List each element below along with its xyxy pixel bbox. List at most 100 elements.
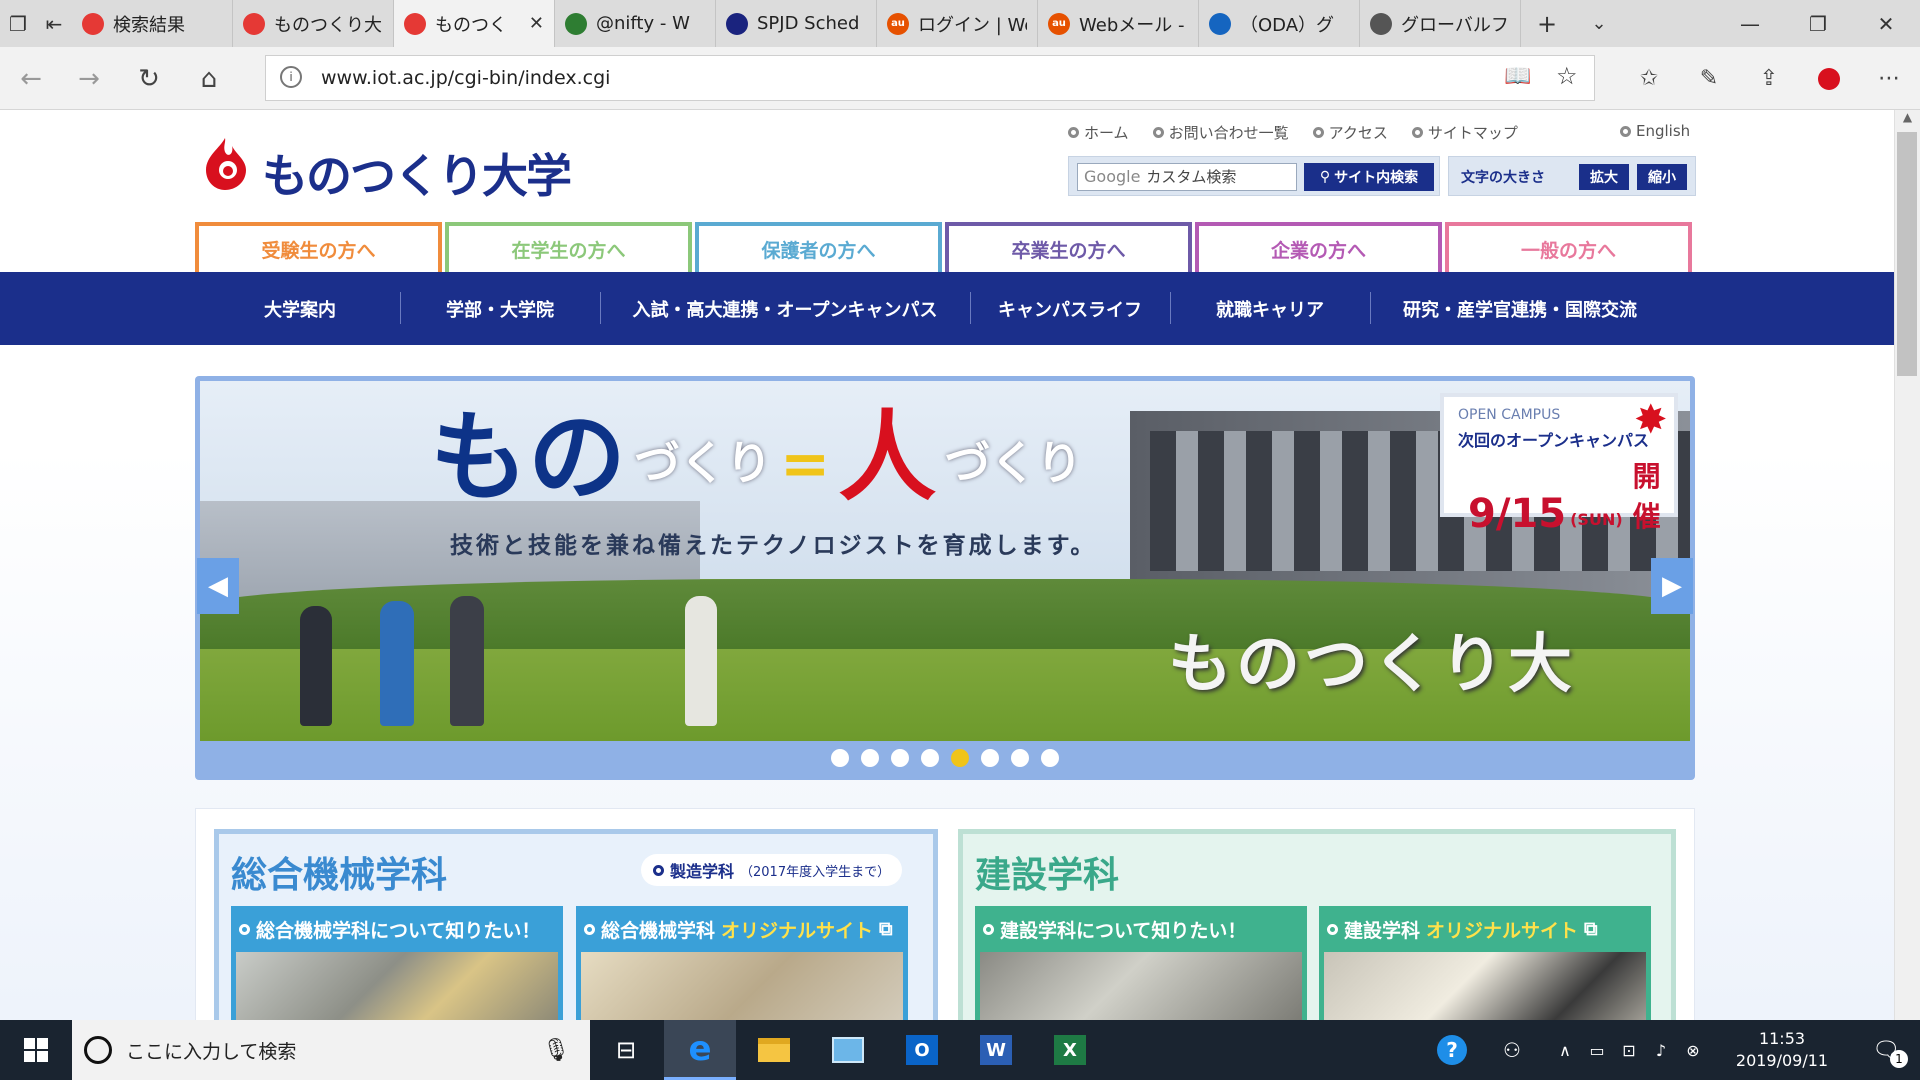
close-tab-icon[interactable]: ✕ xyxy=(529,13,544,34)
hero-subline: 技術と技能を兼ね備えたテクノロジストを育成します。 xyxy=(450,532,1097,559)
web-note-icon[interactable]: ✎ xyxy=(1680,47,1738,110)
main-nav-item[interactable]: 大学案内 xyxy=(200,272,400,345)
browser-tab[interactable]: SPJD Sched xyxy=(716,0,877,47)
manufacturing-dept-link[interactable]: 製造学科 （2017年度入学生まで） xyxy=(641,854,903,886)
open-campus-badge[interactable]: OPEN CAMPUS 次回のオープンキャンパス ✸ 9/15 (SUN) 開催 xyxy=(1440,393,1678,537)
favorites-hub-icon[interactable]: ✩ xyxy=(1620,47,1678,110)
browser-tab[interactable]: ものつく ✕ xyxy=(394,0,555,47)
audience-tab[interactable]: 卒業生の方へ xyxy=(945,222,1192,272)
tab-list-chevron-icon[interactable]: ⌄ xyxy=(1573,0,1625,47)
share-icon[interactable]: ⇪ xyxy=(1740,47,1798,110)
tab-preview-icon[interactable]: ❐ xyxy=(0,0,36,47)
forward-button[interactable]: → xyxy=(60,47,118,110)
slider-next-button[interactable]: ▶ xyxy=(1651,558,1693,614)
tray-chevron-icon[interactable]: ∧ xyxy=(1550,1020,1580,1080)
cortana-icon xyxy=(84,1036,112,1064)
audience-tab[interactable]: 在学生の方へ xyxy=(445,222,692,272)
audience-tab[interactable]: 企業の方へ xyxy=(1195,222,1442,272)
taskbar-search[interactable]: ここに入力して検索 🎙 xyxy=(72,1020,590,1080)
search-input[interactable]: Google カスタム検索 xyxy=(1077,163,1297,191)
start-button[interactable] xyxy=(0,1020,72,1080)
volume-icon[interactable]: ♪ xyxy=(1646,1020,1676,1080)
address-bar[interactable]: i www.iot.ac.jp/cgi-bin/index.cgi 📖 ☆ xyxy=(265,55,1595,101)
system-clock[interactable]: 11:53 2019/09/11 xyxy=(1712,1020,1852,1080)
browser-tab[interactable]: 検索結果 xyxy=(72,0,233,47)
logo-mark-icon[interactable] xyxy=(198,134,252,192)
civil-info-card[interactable]: 建設学科について知りたい！ xyxy=(975,906,1307,1020)
main-nav-item[interactable]: キャンパスライフ xyxy=(970,272,1170,345)
scroll-up-icon[interactable]: ▲ xyxy=(1895,110,1920,124)
extension-icon[interactable] xyxy=(1800,47,1858,110)
main-nav-item[interactable]: 入試・高大連携・オープンキャンパス xyxy=(600,272,970,345)
slider-dot[interactable] xyxy=(921,749,939,767)
bullet-icon xyxy=(653,864,664,876)
new-tab-button[interactable]: + xyxy=(1521,0,1573,47)
site-search-button[interactable]: ⚲ サイト内検索 xyxy=(1304,163,1434,191)
browser-tab[interactable]: グローバルフェ xyxy=(1360,0,1521,47)
network-icon[interactable]: ⊡ xyxy=(1614,1020,1644,1080)
control-panel-icon[interactable] xyxy=(812,1020,884,1080)
mech-info-card[interactable]: 総合機械学科について知りたい！ xyxy=(231,906,563,1020)
font-shrink-button[interactable]: 縮小 xyxy=(1637,164,1687,190)
set-aside-tabs-icon[interactable]: ⇤ xyxy=(36,0,72,47)
minimize-button[interactable]: — xyxy=(1716,0,1784,47)
help-icon[interactable]: ? xyxy=(1430,1020,1474,1080)
mech-original-site-card[interactable]: 総合機械学科 オリジナルサイト ⧉ xyxy=(576,906,908,1020)
slider-dot[interactable] xyxy=(951,749,969,767)
tab-favicon-icon xyxy=(1370,12,1392,35)
excel-icon[interactable]: X xyxy=(1034,1020,1106,1080)
refresh-button[interactable]: ↻ xyxy=(120,47,178,110)
main-nav-item[interactable]: 学部・大学院 xyxy=(400,272,600,345)
civil-dept-title[interactable]: 建設学科 xyxy=(975,846,1119,898)
browser-tab[interactable]: @nifty - W xyxy=(555,0,716,47)
site-info-icon[interactable]: i xyxy=(280,66,302,88)
restore-button[interactable]: ❐ xyxy=(1784,0,1852,47)
home-button[interactable]: ⌂ xyxy=(180,47,238,110)
outlook-icon[interactable]: O xyxy=(886,1020,958,1080)
task-view-icon[interactable]: ⊟ xyxy=(590,1020,662,1080)
more-menu-icon[interactable]: ⋯ xyxy=(1860,47,1918,110)
utility-link[interactable]: お問い合わせ一覧 xyxy=(1152,122,1289,143)
microphone-icon[interactable]: 🎙 xyxy=(542,1038,570,1063)
slider-dot[interactable] xyxy=(1041,749,1059,767)
utility-link[interactable]: アクセス xyxy=(1312,122,1388,143)
hero-image[interactable]: ものつくり大 もの づくり = 人 づくり 技術と技能を兼ね備えたテクノロジスト… xyxy=(200,381,1690,741)
audience-tab[interactable]: 一般の方へ xyxy=(1445,222,1692,272)
browser-tab[interactable]: ものつくり大 xyxy=(233,0,394,47)
civil-original-site-card[interactable]: 建設学科 オリジナルサイト ⧉ xyxy=(1319,906,1651,1020)
url-text[interactable]: www.iot.ac.jp/cgi-bin/index.cgi xyxy=(321,67,610,89)
font-size-control: 文字の大きさ 拡大 縮小 xyxy=(1448,156,1696,196)
slider-dot[interactable] xyxy=(1011,749,1029,767)
utility-link[interactable]: サイトマップ xyxy=(1411,122,1518,143)
file-explorer-icon[interactable] xyxy=(738,1020,810,1080)
reading-view-icon[interactable]: 📖 xyxy=(1504,64,1531,89)
slider-prev-button[interactable]: ◀ xyxy=(197,558,239,614)
slider-dot[interactable] xyxy=(861,749,879,767)
edge-app-icon[interactable]: e xyxy=(664,1020,736,1080)
audience-tab[interactable]: 受験生の方へ xyxy=(195,222,442,272)
search-icon: ⚲ xyxy=(1319,169,1331,185)
font-enlarge-button[interactable]: 拡大 xyxy=(1579,164,1629,190)
logo-text[interactable]: ものつくり大学 xyxy=(262,140,572,206)
browser-tab[interactable]: au ログイン | We xyxy=(877,0,1038,47)
slider-dot[interactable] xyxy=(981,749,999,767)
audience-tab[interactable]: 保護者の方へ xyxy=(695,222,942,272)
utility-link[interactable]: ホーム xyxy=(1068,122,1129,143)
favorite-star-icon[interactable]: ☆ xyxy=(1556,62,1578,90)
english-link[interactable]: English xyxy=(1620,122,1690,140)
main-nav-item[interactable]: 研究・産学官連携・国際交流 xyxy=(1370,272,1670,345)
main-nav-item[interactable]: 就職キャリア xyxy=(1170,272,1370,345)
slider-dot[interactable] xyxy=(831,749,849,767)
action-center-icon[interactable]: 🗨 1 xyxy=(1856,1020,1916,1080)
word-icon[interactable]: W xyxy=(960,1020,1032,1080)
back-button[interactable]: ← xyxy=(2,47,60,110)
browser-tab[interactable]: au Webメール - xyxy=(1038,0,1199,47)
close-window-button[interactable]: ✕ xyxy=(1852,0,1920,47)
browser-tab[interactable]: （ODA）グ xyxy=(1199,0,1360,47)
scrollbar-thumb[interactable] xyxy=(1897,132,1917,376)
battery-icon[interactable]: ▭ xyxy=(1582,1020,1612,1080)
people-icon[interactable]: ⚇ xyxy=(1490,1020,1534,1080)
ime-status-icon[interactable]: ⊗ xyxy=(1678,1020,1708,1080)
slider-dot[interactable] xyxy=(891,749,909,767)
mech-dept-title[interactable]: 総合機械学科 xyxy=(231,846,447,898)
